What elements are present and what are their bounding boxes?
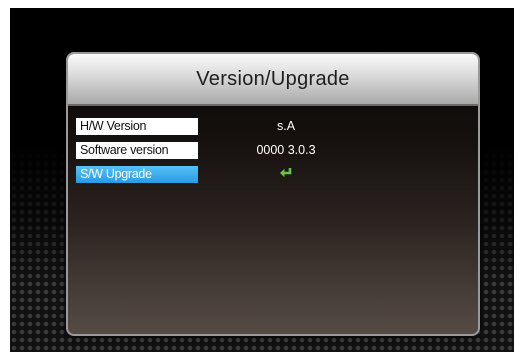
tv-screen: Version/Upgrade H/W Version s.A Software… [10, 8, 514, 352]
enter-arrow-icon[interactable] [279, 167, 293, 178]
version-upgrade-dialog: Version/Upgrade H/W Version s.A Software… [66, 52, 480, 336]
menu-row-hw-version[interactable]: H/W Version s.A [76, 116, 295, 136]
sw-upgrade-label: S/W Upgrade [76, 165, 198, 183]
menu-row-software-version[interactable]: Software version 0000 3.0.3 [76, 140, 316, 160]
software-version-value: 0000 3.0.3 [256, 143, 316, 157]
hw-version-label: H/W Version [76, 117, 198, 135]
hw-version-value: s.A [276, 119, 296, 133]
menu-row-sw-upgrade[interactable]: S/W Upgrade [76, 164, 292, 184]
dialog-title: Version/Upgrade [196, 67, 350, 90]
software-version-label: Software version [76, 141, 198, 159]
dialog-title-bar: Version/Upgrade [68, 54, 478, 106]
sw-upgrade-value[interactable] [226, 167, 346, 181]
